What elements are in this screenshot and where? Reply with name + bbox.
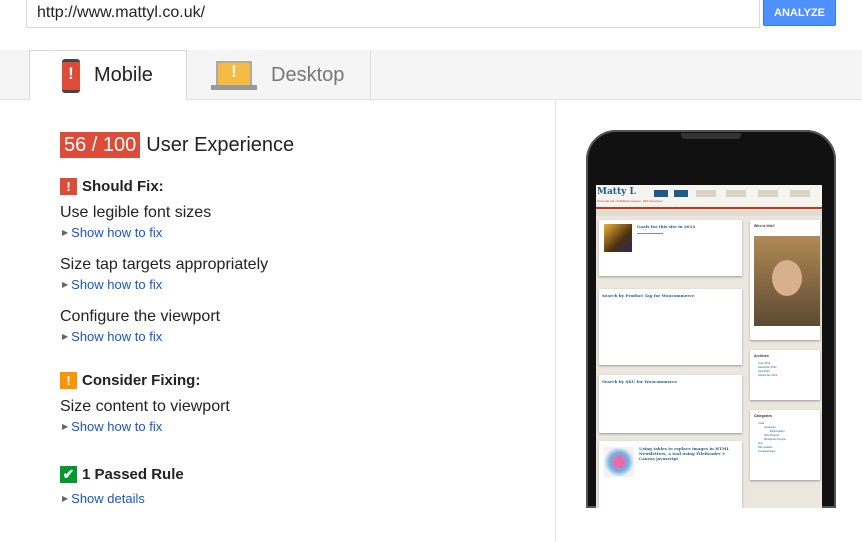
link-label[interactable]: Show how to fix	[71, 419, 162, 434]
tab-mobile[interactable]: ! Mobile	[29, 50, 187, 101]
rule-title: Size content to viewport	[60, 398, 230, 415]
rule-title: Configure the viewport	[60, 308, 221, 325]
sidebar-about: Who is this?	[750, 220, 820, 340]
nav-button	[726, 190, 746, 197]
sidebar-archives: Archives June 2014 December 2013 April 2…	[750, 350, 820, 400]
caret-right-icon: ▶	[62, 228, 69, 237]
link-label[interactable]: Show how to fix	[71, 225, 162, 240]
url-input[interactable]: http://www.mattyl.co.uk/	[26, 0, 760, 28]
link-label[interactable]: Show how to fix	[71, 329, 162, 344]
nav-button	[696, 190, 716, 197]
sidebar-title: Categories	[754, 414, 773, 418]
caret-right-icon: ▶	[62, 280, 69, 289]
post-thumbnail	[604, 224, 632, 252]
mobile-preview: Matty L Personal site of Matthew Lawson,…	[586, 130, 836, 508]
rule-title: Use legible font sizes	[60, 204, 212, 221]
show-details-link[interactable]: ▶ Show details	[60, 491, 540, 506]
rule-item: Configure the viewport ▶ Show how to fix	[60, 307, 540, 344]
show-how-to-fix-link[interactable]: ▶ Show how to fix	[60, 329, 540, 344]
post-title: Search by Product Tag for Woocommerce	[602, 293, 695, 298]
preview-post: Search by Product Tag for Woocommerce	[599, 289, 742, 365]
preview-screen: Matty L Personal site of Matthew Lawson,…	[596, 185, 822, 508]
rule-item: Use legible font sizes ▶ Show how to fix	[60, 203, 540, 240]
desktop-warning-icon: !	[211, 60, 257, 91]
categories-list: Code Javascript Bookmarklet Side Project…	[758, 422, 786, 454]
preview-post: Using tables to replace images in HTML N…	[599, 441, 742, 508]
author-photo	[754, 236, 820, 326]
consider-fixing-heading: ! Consider Fixing:	[60, 372, 540, 389]
sidebar-categories: Categories Code Javascript Bookmarklet S…	[750, 410, 820, 480]
rule-title: Size tap targets appropriately	[60, 256, 269, 273]
site-header: Matty L Personal site of Matthew Lawson,…	[596, 185, 822, 207]
site-subtitle: Personal site of Matthew Lawson, Web dev…	[597, 199, 663, 203]
section-title: Consider Fixing:	[82, 372, 201, 389]
post-thumbnail	[604, 447, 634, 477]
preview-post: Goals for this site in 2014 ▬▬▬▬▬▬▬▬▬▬	[599, 220, 742, 276]
post-excerpt: ▬▬▬▬▬▬▬▬▬▬	[637, 232, 663, 235]
score-header: 56 / 100 User Experience	[60, 130, 540, 160]
sidebar-title: Who is this?	[754, 224, 775, 228]
nav-button	[654, 190, 668, 197]
section-title: Should Fix:	[82, 178, 164, 195]
tab-desktop[interactable]: ! Desktop	[187, 50, 371, 101]
checkmark-icon: ✔	[60, 466, 77, 483]
caret-right-icon: ▶	[62, 332, 69, 341]
section-title: 1 Passed Rule	[82, 466, 184, 483]
link-label[interactable]: Show details	[71, 491, 145, 506]
passed-rules-heading: ✔ 1 Passed Rule	[60, 466, 540, 483]
score-label: User Experience	[146, 133, 295, 156]
score-badge: 56 / 100	[60, 132, 141, 158]
rule-item: Size content to viewport ▶ Show how to fi…	[60, 397, 540, 434]
sidebar-title: Archives	[754, 354, 769, 358]
nav-button	[790, 190, 810, 197]
post-title: Goals for this site in 2014	[637, 224, 696, 229]
archives-list: June 2014 December 2013 April 2013 Septe…	[758, 362, 777, 378]
device-tabs: ! Mobile ! Desktop	[0, 50, 862, 101]
rule-item: Size tap targets appropriately ▶ Show how…	[60, 255, 540, 292]
show-how-to-fix-link[interactable]: ▶ Show how to fix	[60, 225, 540, 240]
phone-speaker	[681, 133, 741, 139]
caret-right-icon: ▶	[62, 494, 69, 503]
warning-icon: !	[60, 178, 77, 195]
warning-icon: !	[60, 372, 77, 389]
nav-button	[758, 190, 778, 197]
analyze-button[interactable]: ANALYZE	[763, 0, 836, 26]
author-face	[772, 260, 802, 296]
show-how-to-fix-link[interactable]: ▶ Show how to fix	[60, 277, 540, 292]
site-title: Matty L	[597, 187, 636, 197]
show-how-to-fix-link[interactable]: ▶ Show how to fix	[60, 419, 540, 434]
category-link[interactable]: Uncategorized	[758, 450, 786, 454]
nav-button	[674, 190, 688, 197]
link-label[interactable]: Show how to fix	[71, 277, 162, 292]
results-panel: 56 / 100 User Experience ! Should Fix: U…	[60, 130, 540, 506]
mobile-warning-icon: !	[62, 58, 80, 93]
tab-desktop-label: Desktop	[271, 64, 345, 86]
should-fix-heading: ! Should Fix:	[60, 178, 540, 195]
caret-right-icon: ▶	[62, 422, 69, 431]
panel-divider	[555, 100, 556, 542]
post-title: Using tables to replace images in HTML N…	[639, 446, 730, 461]
tab-mobile-label: Mobile	[94, 64, 153, 86]
preview-post: Search by SKU for Woocommerce	[599, 375, 742, 433]
breadcrumb-bar	[596, 209, 822, 216]
archive-link[interactable]: September 2012	[758, 374, 777, 378]
post-title: Search by SKU for Woocommerce	[602, 379, 678, 384]
